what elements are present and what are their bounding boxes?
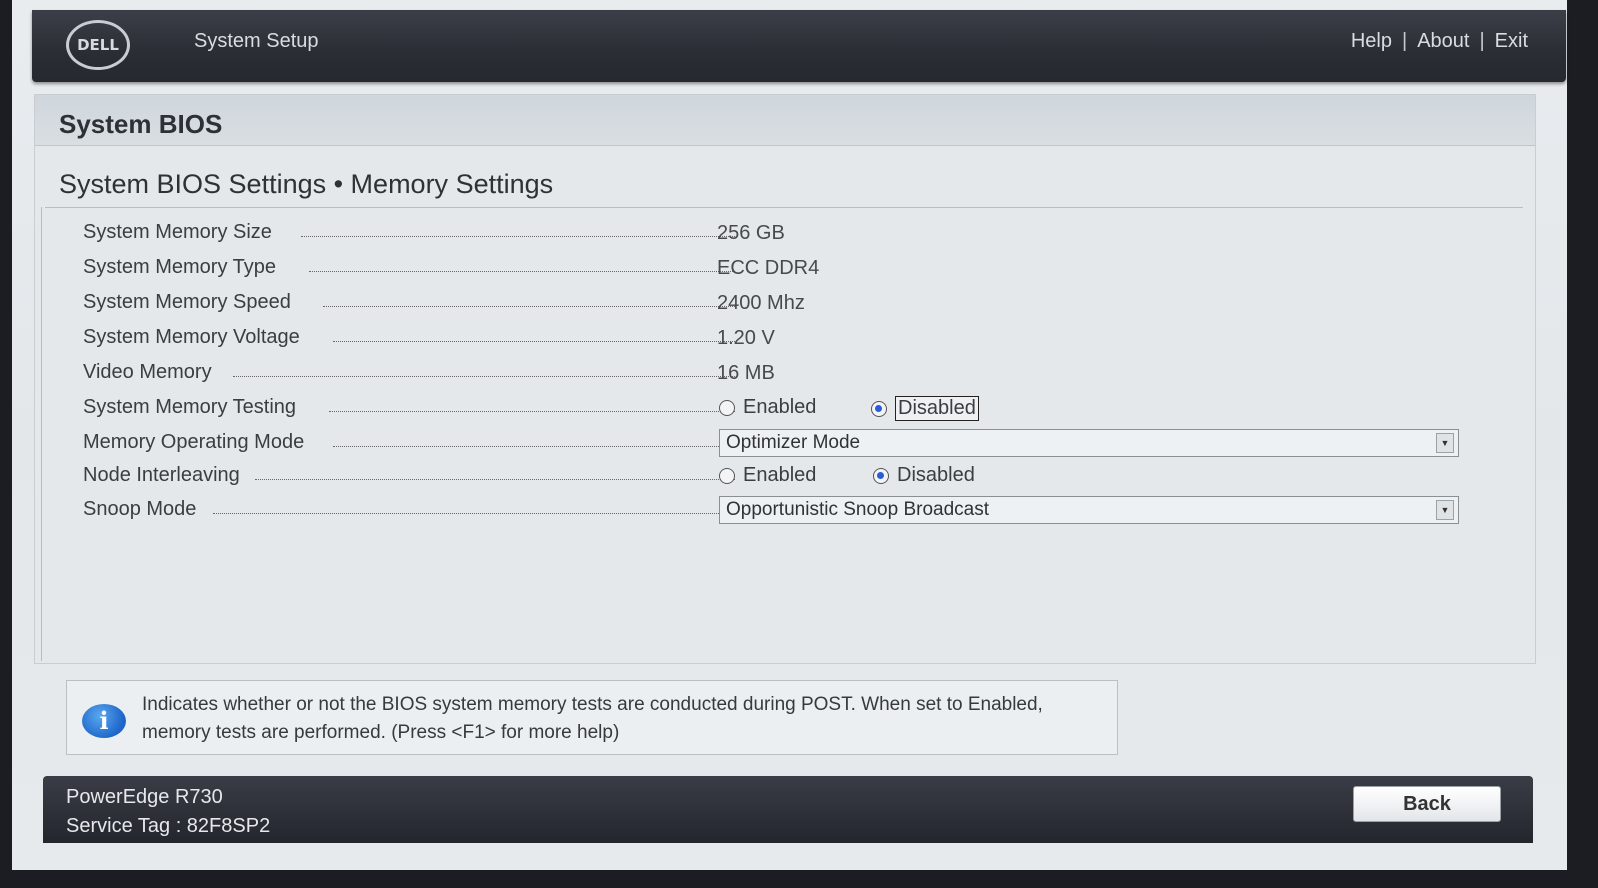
dropdown-value: Optimizer Mode: [726, 432, 861, 453]
app-title: System Setup: [194, 30, 319, 52]
link-separator: |: [1479, 30, 1485, 52]
leader-dots: [309, 271, 735, 272]
memory-testing-disabled-radio[interactable]: Disabled: [871, 396, 979, 421]
node-interleaving-enabled-radio[interactable]: Enabled: [719, 464, 816, 487]
leader-dots: [233, 376, 735, 377]
service-tag: Service Tag : 82F8SP2: [66, 815, 271, 837]
setting-label: Memory Operating Mode: [83, 431, 305, 453]
leader-dots: [213, 513, 735, 514]
panel-header: System BIOS: [35, 95, 1535, 146]
radio-label: Disabled: [895, 396, 979, 421]
help-box: i Indicates whether or not the BIOS syst…: [66, 680, 1118, 755]
setting-value: ECC DDR4: [717, 257, 820, 279]
leader-dots: [333, 341, 735, 342]
setting-row-video-memory: Video Memory 16 MB: [83, 361, 1483, 391]
setting-label: Node Interleaving: [83, 464, 240, 486]
back-button[interactable]: Back: [1353, 786, 1501, 822]
setting-label: System Memory Size: [83, 221, 272, 243]
info-icon: i: [82, 704, 126, 738]
dell-logo: DELL: [66, 20, 130, 70]
header-bar: DELL System Setup Help | About | Exit: [32, 10, 1566, 82]
setting-row-memory-testing: System Memory Testing Enabled Disabled: [83, 396, 1483, 426]
about-link[interactable]: About: [1417, 30, 1469, 53]
setting-label: System Memory Type: [83, 256, 277, 278]
snoop-mode-dropdown[interactable]: Opportunistic Snoop Broadcast ▼: [719, 496, 1459, 524]
radio-label: Disabled: [897, 464, 975, 486]
system-model: PowerEdge R730: [66, 786, 223, 808]
leader-dots: [329, 411, 735, 412]
header-links: Help | About | Exit: [1351, 30, 1528, 53]
chevron-down-icon[interactable]: ▼: [1436, 433, 1454, 453]
setting-value: 256 GB: [717, 222, 785, 244]
setting-value: 2400 Mhz: [717, 292, 805, 314]
setting-row-memory-size: System Memory Size 256 GB: [83, 221, 1483, 251]
radio-button-icon: [719, 399, 735, 416]
radio-button-selected-icon: [871, 400, 887, 417]
setting-row-operating-mode: Memory Operating Mode Optimizer Mode ▼: [83, 429, 1483, 461]
setting-row-snoop-mode: Snoop Mode Opportunistic Snoop Broadcast…: [83, 496, 1483, 528]
help-text: Indicates whether or not the BIOS system…: [142, 694, 1043, 743]
panel-title: System BIOS: [59, 109, 223, 139]
leader-dots: [255, 479, 735, 480]
exit-link[interactable]: Exit: [1495, 30, 1528, 53]
setting-label: System Memory Speed: [83, 291, 291, 313]
setting-label: Snoop Mode: [83, 498, 197, 520]
leader-dots: [301, 236, 735, 237]
setting-label: Video Memory: [83, 361, 212, 383]
leader-dots: [323, 306, 735, 307]
settings-panel: System BIOS System BIOS Settings • Memor…: [34, 94, 1536, 664]
setting-row-memory-voltage: System Memory Voltage 1.20 V: [83, 326, 1483, 356]
breadcrumb: System BIOS Settings • Memory Settings: [59, 169, 554, 199]
help-link[interactable]: Help: [1351, 30, 1392, 53]
setting-label: System Memory Testing: [83, 396, 297, 418]
setting-row-node-interleaving: Node Interleaving Enabled Disabled: [83, 464, 1483, 494]
setting-value: 1.20 V: [717, 327, 775, 349]
radio-button-icon: [719, 467, 735, 484]
leader-dots: [333, 446, 735, 447]
memory-testing-enabled-radio[interactable]: Enabled: [719, 396, 816, 419]
setting-label: System Memory Voltage: [83, 326, 300, 348]
setting-row-memory-speed: System Memory Speed 2400 Mhz: [83, 291, 1483, 321]
link-separator: |: [1401, 30, 1408, 52]
chevron-down-icon[interactable]: ▼: [1436, 500, 1454, 520]
divider: [45, 207, 1523, 208]
node-interleaving-disabled-radio[interactable]: Disabled: [873, 464, 975, 487]
radio-label: Enabled: [743, 396, 817, 418]
divider: [41, 207, 42, 661]
footer-bar: PowerEdge R730 Service Tag : 82F8SP2 Bac…: [43, 776, 1533, 843]
radio-label: Enabled: [743, 464, 817, 486]
dropdown-value: Opportunistic Snoop Broadcast: [726, 499, 989, 520]
operating-mode-dropdown[interactable]: Optimizer Mode ▼: [719, 429, 1459, 457]
setting-value: 16 MB: [717, 362, 775, 384]
radio-button-selected-icon: [873, 467, 889, 484]
setting-row-memory-type: System Memory Type ECC DDR4: [83, 256, 1483, 286]
